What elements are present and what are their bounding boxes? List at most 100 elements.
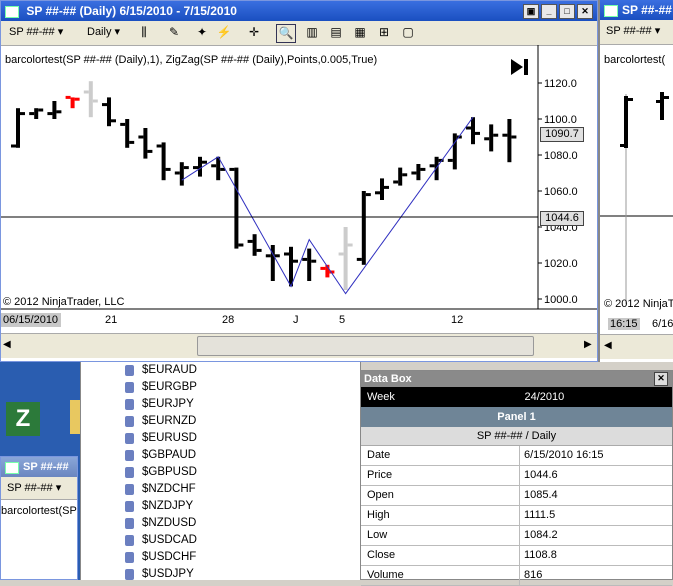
instrument-combo[interactable]: SP ##-## ▾ xyxy=(5,24,83,41)
bar-range xyxy=(307,248,312,281)
ohlc-bar xyxy=(247,234,262,256)
right-price-chart[interactable] xyxy=(600,44,673,320)
ohlc-bar xyxy=(102,97,116,127)
symbol-list-item[interactable]: $EURGBP xyxy=(81,379,299,396)
symbol-list-item[interactable]: $EURAUD xyxy=(81,362,299,379)
data-series-icon[interactable]: ⊞ xyxy=(375,24,393,41)
ohlc-bar xyxy=(83,81,98,118)
blank-panel xyxy=(298,362,361,580)
bar-close-tick xyxy=(129,140,135,144)
zoom-icon[interactable]: 🔍 xyxy=(276,24,296,43)
bar-range xyxy=(471,117,475,145)
right-copyright: © 2012 NinjaT xyxy=(604,298,673,310)
bar-style-icon[interactable]: ⫼ xyxy=(135,24,153,41)
data-box-close-button[interactable]: ✕ xyxy=(654,372,668,386)
bar-close-tick xyxy=(384,185,389,189)
ohlc-bar xyxy=(484,124,499,152)
horizontal-scrollbar[interactable]: ◀ ▶ xyxy=(1,333,597,358)
bar-range xyxy=(270,245,275,281)
strategy-icon[interactable]: ⚡ xyxy=(215,24,233,41)
chart-toolbar: SP ##-## ▾ Daily ▾ ⫼ ✎ ✦ ⚡ ✛ 🔍 ▥ ▤ ▦ ⊞ ▢ xyxy=(1,21,597,46)
symbol-list-item[interactable]: $EURNZD xyxy=(81,413,299,430)
strategies-icon[interactable]: ▤ xyxy=(327,24,345,41)
price-tick-label: 1060.0 xyxy=(544,186,578,198)
bar-open-tick xyxy=(211,164,217,168)
data-box-value: 1084.2 xyxy=(524,529,558,541)
bar-open-tick xyxy=(429,164,435,168)
crosshair-icon[interactable]: ✛ xyxy=(245,24,263,41)
small-chart-window: SP ##-## SP ##-## ▾ barcolortest(SP xyxy=(0,456,78,580)
data-box-row: Volume 816 xyxy=(361,566,672,586)
end-marker-icon[interactable] xyxy=(511,59,528,75)
data-box-row: Close 1108.8 xyxy=(361,546,672,566)
symbol-list-item[interactable]: $USDCAD xyxy=(81,532,299,549)
small-instrument-combo[interactable]: SP ##-## ▾ xyxy=(3,480,66,497)
close-button[interactable]: ✕ xyxy=(577,4,593,19)
symbol-list-item[interactable]: $NZDUSD xyxy=(81,515,299,532)
symbol-list-item[interactable]: $USDCHF xyxy=(81,549,299,566)
data-box-week-row: Week 24/2010 xyxy=(361,387,672,407)
scrollbar-thumb[interactable] xyxy=(197,336,534,356)
last-price-tag: 1090.7 xyxy=(540,127,584,142)
symbol-list-item[interactable]: $GBPUSD xyxy=(81,464,299,481)
data-box-title-bar[interactable]: Data Box ✕ xyxy=(361,371,672,387)
data-box-value: 1085.4 xyxy=(524,489,558,501)
date-tick: 28 xyxy=(222,314,235,326)
add-indicator-icon[interactable]: ✦ xyxy=(193,24,211,41)
database-icon xyxy=(125,552,134,563)
bar-open-tick xyxy=(247,239,253,243)
bar-range xyxy=(143,128,148,159)
bar-open-tick xyxy=(65,95,71,99)
bar-close-tick xyxy=(293,259,298,263)
symbol-list-item[interactable]: $NZDCHF xyxy=(81,481,299,498)
week-value: 24/2010 xyxy=(524,391,565,403)
right-title-bar[interactable]: SP ##-## xyxy=(600,0,673,20)
drawing-pencil-icon[interactable]: ✎ xyxy=(165,24,183,41)
symbol-list-item[interactable]: $EURJPY xyxy=(81,396,299,413)
symbol-list-item[interactable]: $GBPAUD xyxy=(81,447,299,464)
date-tick: 12 xyxy=(451,314,464,326)
chart-trader-icon[interactable]: ▦ xyxy=(351,24,369,41)
price-chart[interactable]: barcolortest(SP ##-## (Daily),1), ZigZag… xyxy=(1,45,597,331)
small-instrument-label: SP ##-## xyxy=(7,482,53,494)
app-shortcut-icon[interactable]: Z xyxy=(6,402,40,436)
data-box-value: 816 xyxy=(524,569,543,581)
bar-range xyxy=(16,108,20,148)
ohlc-bar xyxy=(447,133,462,170)
symbol-list-item[interactable]: $NZDJPY xyxy=(81,498,299,515)
minimize-button[interactable]: _ xyxy=(541,4,557,19)
data-box-key: Volume xyxy=(361,566,520,585)
symbol-list-item[interactable]: $EURUSD xyxy=(81,430,299,447)
right-scrollbar[interactable]: ◀ xyxy=(600,334,673,359)
database-icon xyxy=(125,501,134,512)
scroll-left-icon[interactable]: ◀ xyxy=(3,339,11,350)
maximize-button[interactable]: □ xyxy=(559,4,575,19)
right-instrument-label: SP ##-## xyxy=(606,25,652,37)
scroll-right-icon[interactable]: ▶ xyxy=(584,339,592,350)
folder-icon[interactable] xyxy=(70,400,80,434)
scroll-left-icon[interactable]: ◀ xyxy=(604,340,612,351)
bar-range xyxy=(107,97,111,127)
link-icon[interactable]: ▣ xyxy=(523,4,539,19)
data-box-key: Price xyxy=(361,466,520,485)
period-combo[interactable]: Daily ▾ xyxy=(83,24,135,41)
bar-range xyxy=(452,133,457,170)
bar-close-tick xyxy=(74,97,80,101)
database-icon xyxy=(125,382,134,393)
data-box-row: Date 6/15/2010 16:15 xyxy=(361,446,672,466)
main-title-bar[interactable]: SP ##-## (Daily) 6/15/2010 - 7/15/2010 ▣… xyxy=(1,1,597,21)
database-icon xyxy=(125,365,134,376)
indicators-icon[interactable]: ▥ xyxy=(303,24,321,41)
bar-open-tick xyxy=(320,266,326,270)
bar-range xyxy=(507,119,512,163)
data-box-row: Open 1085.4 xyxy=(361,486,672,506)
properties-icon[interactable]: ▢ xyxy=(399,24,417,41)
small-title-bar[interactable]: SP ##-## xyxy=(1,457,77,477)
bar-range xyxy=(489,124,494,152)
symbol-list-item[interactable]: $USDJPY xyxy=(81,566,299,583)
right-date-label: 16:15 xyxy=(608,318,640,330)
small-toolbar: SP ##-## ▾ xyxy=(1,477,77,500)
database-icon xyxy=(125,484,134,495)
right-instrument-combo[interactable]: SP ##-## ▾ xyxy=(602,23,665,40)
bar-open-tick xyxy=(193,166,198,170)
